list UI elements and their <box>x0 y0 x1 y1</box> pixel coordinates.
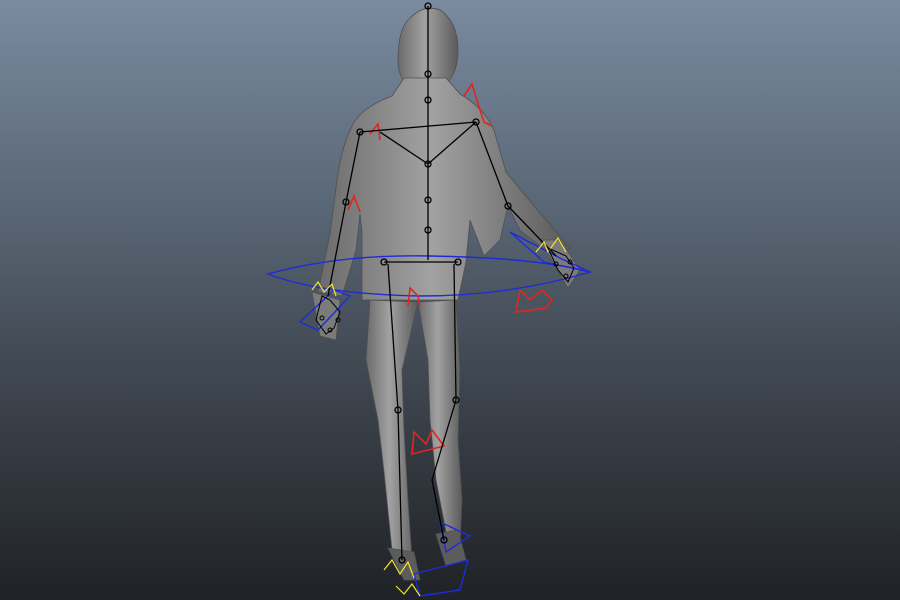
character-mesh[interactable] <box>311 7 581 581</box>
3d-scene[interactable] <box>0 0 900 600</box>
foot-control[interactable] <box>413 559 469 597</box>
ik-handle-leg[interactable] <box>515 288 554 313</box>
maya-viewport[interactable] <box>0 0 900 600</box>
